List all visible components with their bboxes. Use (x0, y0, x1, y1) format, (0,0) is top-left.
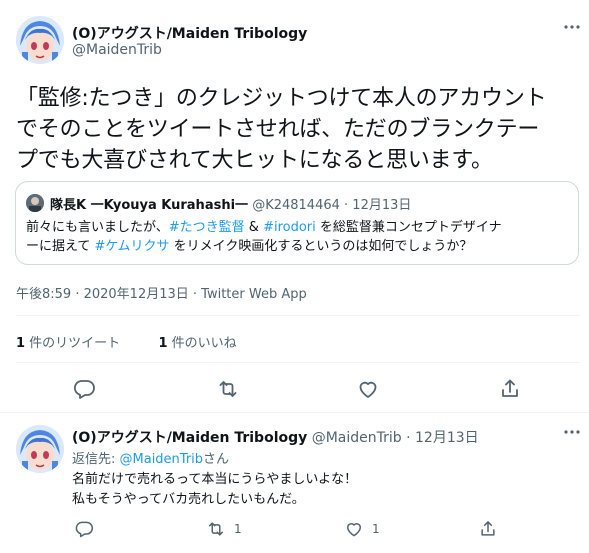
reply-header: (O)アウグスト/Maiden Tribology @MaidenTrib · … (72, 427, 479, 447)
meta-separator: · (188, 287, 202, 302)
retweets-label: 件のリツイート (25, 336, 121, 351)
quote-text-segment: ーに据えて (26, 239, 95, 254)
replying-handle-link[interactable]: @MaidenTrib (120, 452, 204, 467)
tweet-meta: 午後8:59 · 2020年12月13日 · Twitter Web App (16, 283, 307, 302)
tweet-text: 「監修:たつき」のクレジットつけて本人のアカウント でそのことをツイートさせれば… (16, 83, 576, 176)
author-avatar[interactable] (16, 16, 64, 64)
share-icon[interactable] (498, 377, 522, 401)
divider (0, 412, 589, 413)
share-icon (481, 521, 495, 536)
quote-text-segment: を総監督兼コンセプトデザイナ (315, 220, 502, 235)
quote-author-avatar (26, 194, 44, 212)
replying-suffix: さん (203, 452, 230, 467)
likes-stat[interactable]: 1 件のいいね (158, 336, 236, 351)
more-icon[interactable] (563, 429, 581, 435)
author-name[interactable]: (O)アウグスト/Maiden Tribology (72, 23, 307, 43)
divider (16, 315, 580, 316)
retweet-icon (209, 522, 223, 536)
quote-author-name: 隊長K 一Kyouya Kurahashi一 (50, 198, 249, 213)
replying-to: 返信先: @MaidenTribさん (72, 448, 229, 467)
quoted-tweet[interactable]: 隊長K 一Kyouya Kurahashi一 @K24814464 · 12月1… (15, 181, 579, 265)
like-icon[interactable] (356, 377, 380, 401)
reply-text-line: 私もそうやってバカ売れしたいもんだ。 (72, 492, 305, 507)
reply-date[interactable]: · 12月13日 (406, 430, 479, 446)
replying-prefix: 返信先: (72, 452, 120, 467)
reply-retweet-count: 1 (234, 522, 242, 536)
reply-icon[interactable] (72, 377, 96, 401)
quote-text-segment: & (244, 220, 264, 235)
reply-reply-button[interactable] (74, 519, 102, 539)
reply-author-name[interactable]: (O)アウグスト/Maiden Tribology (72, 430, 307, 446)
likes-label: 件のいいね (167, 336, 237, 351)
tweet-stats: 1 件のリツイート 1 件のいいね (16, 332, 237, 351)
hashtag-link[interactable]: #irodori (263, 220, 316, 235)
like-icon (347, 523, 361, 537)
reply-text: 名前だけで売れるって本当にうらやましいよな！ 私もそうやってバカ売れしたいもんだ… (72, 470, 357, 510)
quote-author-handle: @K24814464 (252, 198, 340, 213)
quote-text-segment: 前々にも言いましたが、 (26, 220, 169, 235)
reply-retweet-button[interactable]: 1 (206, 519, 242, 539)
tweet-timestamp[interactable]: 午後8:59 · 2020年12月13日 (16, 287, 189, 302)
reply-share-button[interactable] (478, 519, 506, 539)
reply-like-button[interactable]: 1 (344, 519, 380, 539)
quote-date: · 12月13日 (344, 198, 412, 213)
tweet-text-line: でそのことをツイートさせれば、ただのブランクテー (16, 117, 540, 142)
quote-header: 隊長K 一Kyouya Kurahashi一 @K24814464 · 12月1… (50, 194, 411, 213)
quote-text: 前々にも言いましたが、#たつき監督 & #irodori を総監督兼コンセプトデ… (26, 218, 566, 256)
divider (16, 362, 580, 363)
retweets-stat[interactable]: 1 件のリツイート (16, 336, 120, 351)
author-handle[interactable]: @MaidenTrib (72, 42, 162, 58)
likes-count: 1 (158, 336, 168, 351)
quote-text-segment: をリメイク映画化するというのは如何でしょうか？ (169, 239, 473, 254)
reply-author-avatar[interactable] (16, 425, 64, 473)
retweet-icon[interactable] (216, 377, 240, 401)
hashtag-link[interactable]: #ケムリクサ (94, 239, 169, 254)
reply-text-line: 名前だけで売れるって本当にうらやましいよな！ (72, 472, 358, 487)
reply-icon (75, 521, 94, 538)
tweet-text-line: プでも大喜びされて大ヒットになると思います。 (16, 148, 493, 173)
reply-like-count: 1 (372, 522, 380, 536)
hashtag-link[interactable]: #たつき監督 (169, 220, 245, 235)
retweets-count: 1 (16, 336, 26, 351)
more-icon[interactable] (563, 24, 581, 30)
tweet-source[interactable]: Twitter Web App (201, 287, 307, 302)
reply-author-handle[interactable]: @MaidenTrib (312, 430, 402, 446)
tweet-text-line: 「監修:たつき」のクレジットつけて本人のアカウント (16, 86, 547, 111)
